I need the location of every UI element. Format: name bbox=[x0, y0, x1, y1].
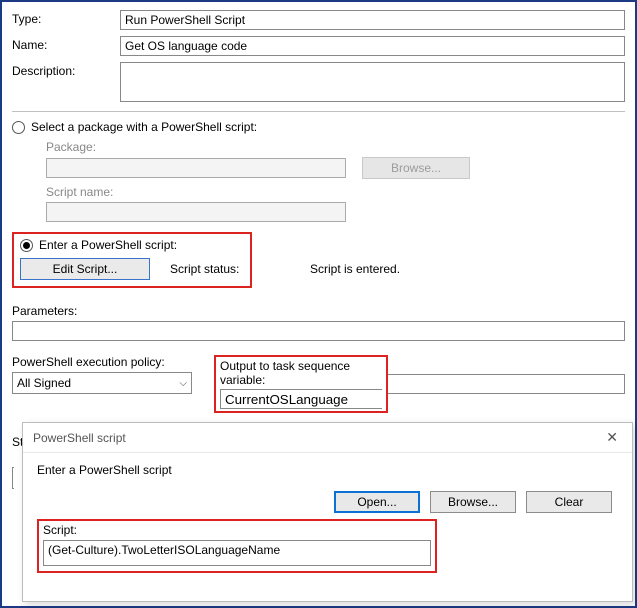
script-name-label: Script name: bbox=[46, 185, 625, 199]
type-label: Type: bbox=[12, 10, 120, 26]
truncated-frame bbox=[12, 467, 14, 489]
execution-policy-select[interactable]: All Signed ⌵ bbox=[12, 372, 192, 394]
execution-policy-value: All Signed bbox=[17, 376, 71, 390]
radio-enter-script[interactable] bbox=[20, 239, 33, 252]
divider bbox=[12, 111, 625, 112]
enter-script-highlight: Enter a PowerShell script: Edit Script..… bbox=[12, 232, 252, 288]
output-variable-field-extend[interactable] bbox=[388, 374, 625, 394]
powershell-script-dialog: PowerShell script ✕ Enter a PowerShell s… bbox=[22, 422, 633, 602]
description-field[interactable] bbox=[120, 62, 625, 102]
type-field bbox=[120, 10, 625, 30]
dialog-browse-button[interactable]: Browse... bbox=[430, 491, 516, 513]
script-label: Script: bbox=[43, 523, 431, 537]
package-browse-button: Browse... bbox=[362, 157, 470, 179]
radio-select-package[interactable] bbox=[12, 121, 25, 134]
script-status-value: Script is entered. bbox=[310, 262, 400, 276]
close-icon[interactable]: ✕ bbox=[600, 427, 624, 448]
output-variable-highlight: Output to task sequence variable: bbox=[214, 355, 388, 413]
parameters-label: Parameters: bbox=[12, 304, 625, 318]
script-name-field bbox=[46, 202, 346, 222]
radio-select-package-label: Select a package with a PowerShell scrip… bbox=[31, 120, 257, 134]
output-variable-field[interactable] bbox=[220, 389, 382, 409]
script-highlight: Script: bbox=[37, 519, 437, 573]
parameters-field[interactable] bbox=[12, 321, 625, 341]
clear-button[interactable]: Clear bbox=[526, 491, 612, 513]
package-field bbox=[46, 158, 346, 178]
output-variable-label: Output to task sequence variable: bbox=[220, 359, 382, 387]
radio-enter-script-label: Enter a PowerShell script: bbox=[39, 238, 177, 252]
package-label: Package: bbox=[46, 140, 625, 154]
dialog-instruction: Enter a PowerShell script bbox=[37, 463, 618, 477]
script-status-label: Script status: bbox=[170, 262, 239, 276]
open-button[interactable]: Open... bbox=[334, 491, 420, 513]
name-label: Name: bbox=[12, 36, 120, 52]
script-textarea[interactable] bbox=[43, 540, 431, 566]
execution-policy-label: PowerShell execution policy: bbox=[12, 355, 192, 369]
edit-script-button[interactable]: Edit Script... bbox=[20, 258, 150, 280]
description-label: Description: bbox=[12, 62, 120, 78]
dialog-title: PowerShell script bbox=[33, 431, 126, 445]
name-field[interactable] bbox=[120, 36, 625, 56]
chevron-down-icon: ⌵ bbox=[179, 378, 187, 389]
